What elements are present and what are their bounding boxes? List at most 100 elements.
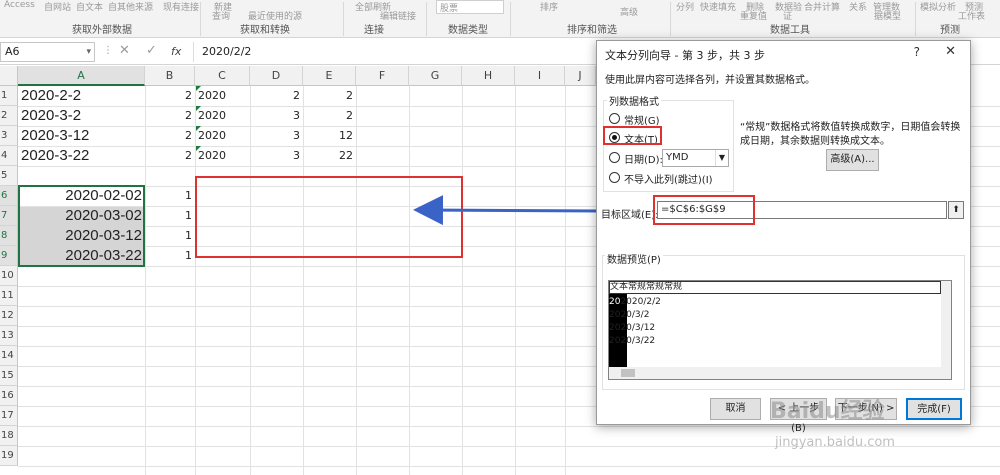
column-header-d[interactable]: D (250, 66, 303, 86)
ribbon-item-consolidate[interactable]: 合并计算 (804, 0, 840, 13)
row-header[interactable]: 14 (0, 346, 18, 366)
ribbon-item-sheet[interactable]: 工作表 (958, 9, 985, 22)
column-header-f[interactable]: F (356, 66, 409, 86)
row-header[interactable]: 9 (0, 246, 18, 266)
preview-row: 2020/3/2 (609, 310, 650, 320)
cell-c1[interactable]: 2020 (195, 86, 250, 106)
cell-b8[interactable]: 1 (145, 226, 195, 246)
radio-skip-label[interactable]: 不导入此列(跳过)(I) (624, 171, 713, 186)
radio-date-label[interactable]: 日期(D): (624, 151, 663, 166)
radio-skip[interactable] (609, 172, 620, 183)
chevron-down-icon[interactable]: ▾ (86, 43, 91, 61)
row-header[interactable]: 8 (0, 226, 18, 246)
ribbon-group-forecast: 预测 (940, 25, 960, 36)
cell-d3[interactable]: 3 (250, 126, 303, 146)
row-header[interactable]: 15 (0, 366, 18, 386)
cell-e4[interactable]: 22 (303, 146, 356, 166)
row-header[interactable]: 5 (0, 166, 18, 186)
cell-d2[interactable]: 3 (250, 106, 303, 126)
cell-a1[interactable]: 2020-2-2 (18, 86, 145, 106)
row-header[interactable]: 16 (0, 386, 18, 406)
row-header[interactable]: 10 (0, 266, 18, 286)
ribbon-item-existing-connections[interactable]: 现有连接 (163, 0, 199, 13)
cell-c3[interactable]: 2020 (195, 126, 250, 146)
column-header-g[interactable]: G (409, 66, 462, 86)
row-header[interactable]: 18 (0, 426, 18, 446)
column-header-i[interactable]: I (515, 66, 565, 86)
column-header-b[interactable]: B (145, 66, 195, 86)
name-box[interactable]: A6 ▾ (0, 42, 95, 62)
row-header[interactable]: 17 (0, 406, 18, 426)
column-header-e[interactable]: E (303, 66, 356, 86)
row-header[interactable]: 4 (0, 146, 18, 166)
row-header[interactable]: 13 (0, 326, 18, 346)
column-header-h[interactable]: H (462, 66, 515, 86)
data-preview[interactable]: 文本常规常规常规 202020/2/2 2020/3/2 2020/3/12 2… (608, 280, 952, 380)
preview-horizontal-scrollbar[interactable] (609, 367, 951, 379)
row-header[interactable]: 7 (0, 206, 18, 226)
radio-general-label[interactable]: 常规(G) (624, 112, 660, 127)
row-header[interactable]: 11 (0, 286, 18, 306)
ribbon-item-relationships[interactable]: 关系 (849, 0, 867, 13)
close-icon[interactable]: ✕ (945, 44, 956, 59)
row-header[interactable]: 3 (0, 126, 18, 146)
cell-e2[interactable]: 2 (303, 106, 356, 126)
cell-c2[interactable]: 2020 (195, 106, 250, 126)
cancel-button[interactable]: 取消 (710, 398, 761, 420)
advanced-button[interactable]: 高级(A)... (826, 149, 879, 171)
help-icon[interactable]: ? (914, 45, 920, 59)
ribbon-item-access[interactable]: Access (4, 0, 35, 10)
ribbon-group-get-transform: 获取和转换 (240, 25, 290, 36)
row-header[interactable]: 1 (0, 86, 18, 106)
cell-e1[interactable]: 2 (303, 86, 356, 106)
ribbon-item-edit-links[interactable]: 编辑链接 (380, 9, 416, 22)
cell-b7[interactable]: 1 (145, 206, 195, 226)
cell-d4[interactable]: 3 (250, 146, 303, 166)
column-header-a[interactable]: A (18, 66, 145, 86)
date-format-select[interactable]: YMD ▼ (662, 149, 729, 167)
ribbon-data-type-combo[interactable]: 股票 (436, 0, 504, 14)
column-header-c[interactable]: C (195, 66, 250, 86)
radio-general[interactable] (609, 113, 620, 124)
ribbon-item-data-model[interactable]: 据模型 (874, 9, 901, 22)
cancel-icon[interactable]: ✕ (119, 43, 130, 58)
cell-a4[interactable]: 2020-3-22 (18, 146, 145, 166)
row-header[interactable]: 2 (0, 106, 18, 126)
ribbon-item-sort[interactable]: 排序 (540, 0, 558, 13)
chevron-down-icon[interactable]: ▼ (715, 150, 728, 166)
enter-icon[interactable]: ✓ (146, 43, 157, 58)
cell-c4[interactable]: 2020 (195, 146, 250, 166)
select-all-corner[interactable] (0, 66, 18, 86)
cell-a3[interactable]: 2020-3-12 (18, 126, 145, 146)
preview-row: 2020/3/12 (609, 323, 656, 333)
preview-vertical-scrollbar[interactable] (941, 281, 951, 367)
cell-b9[interactable]: 1 (145, 246, 195, 266)
ribbon-item-duplicates[interactable]: 重复值 (740, 9, 767, 22)
cell-b3[interactable]: 2 (145, 126, 195, 146)
ribbon-item-from-text[interactable]: 自文本 (76, 0, 103, 13)
ribbon-item-query[interactable]: 查询 (212, 9, 230, 22)
ribbon-item-text-to-columns[interactable]: 分列 (676, 0, 694, 13)
row-header[interactable]: 19 (0, 446, 18, 466)
row-header[interactable]: 6 (0, 186, 18, 206)
ribbon-item-what-if[interactable]: 模拟分析 (920, 0, 956, 13)
scrollbar-thumb[interactable] (621, 369, 635, 377)
ribbon-item-advanced[interactable]: 高级 (620, 5, 638, 18)
cell-b1[interactable]: 2 (145, 86, 195, 106)
collapse-range-icon[interactable]: ⬆ (948, 201, 964, 219)
ribbon-item-other-sources[interactable]: 自其他来源 (108, 0, 153, 13)
column-header-j[interactable]: J (565, 66, 596, 86)
cell-d1[interactable]: 2 (250, 86, 303, 106)
cell-a2[interactable]: 2020-3-2 (18, 106, 145, 126)
ribbon-item-flash-fill[interactable]: 快速填充 (700, 0, 736, 13)
ribbon-item-from-web[interactable]: 自网站 (44, 0, 71, 13)
finish-button[interactable]: 完成(F) (906, 398, 962, 420)
ribbon-separator (343, 2, 344, 36)
radio-date[interactable] (609, 152, 620, 163)
cell-b2[interactable]: 2 (145, 106, 195, 126)
cell-b6[interactable]: 1 (145, 186, 195, 206)
cell-b4[interactable]: 2 (145, 146, 195, 166)
row-header[interactable]: 12 (0, 306, 18, 326)
insert-function-icon[interactable]: fx (171, 45, 181, 58)
cell-e3[interactable]: 12 (303, 126, 356, 146)
